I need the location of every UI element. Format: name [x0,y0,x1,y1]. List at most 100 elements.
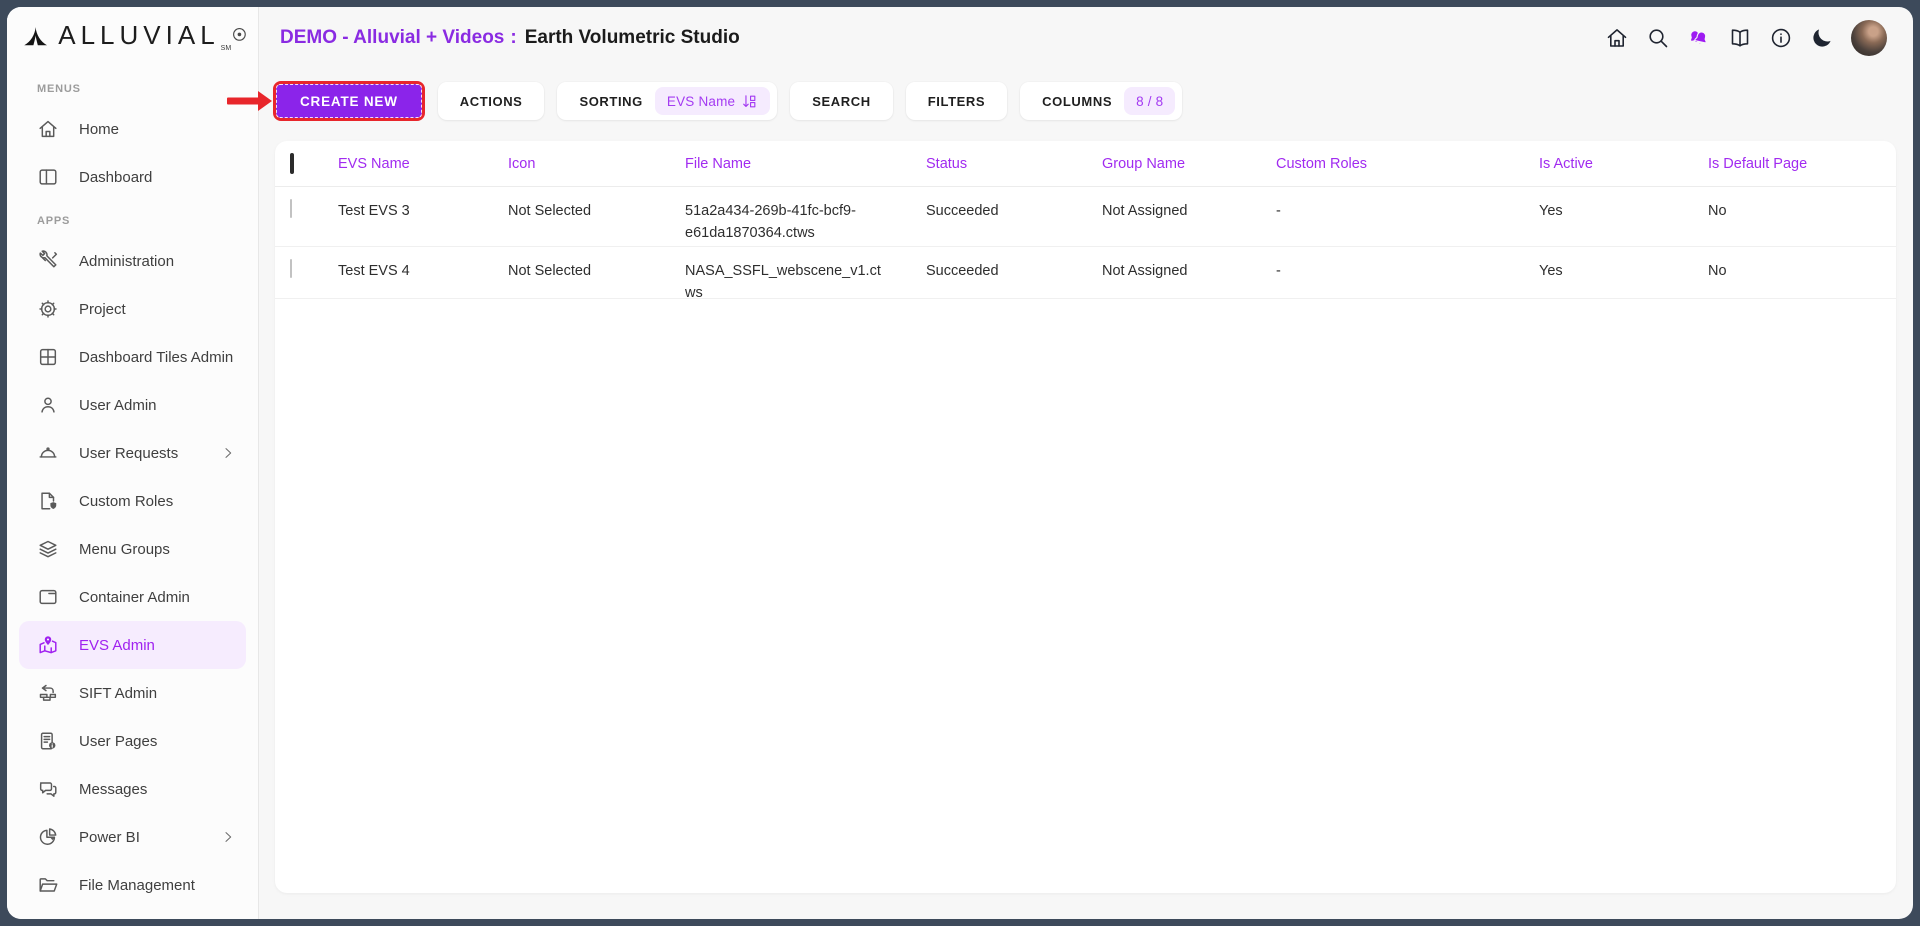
chevron-right-icon [220,829,236,845]
window-frame: ALLUVIALSM MENUS Home Dashboard APPS [0,0,1920,926]
breadcrumb: DEMO - Alluvial + Videos: Earth Volumetri… [280,27,740,49]
sort-order-icon [741,93,758,110]
sidebar-item-administration[interactable]: Administration [19,237,246,285]
actions-button[interactable]: ACTIONS [438,82,545,120]
gear-icon [37,298,59,320]
sidebar-item-container-admin[interactable]: Container Admin [19,573,246,621]
book-icon[interactable] [1728,26,1752,50]
cell-custom-roles: - [1276,187,1539,223]
sidebar-item-label: Menu Groups [79,541,170,558]
sidebar-item-evs-admin[interactable]: EVS Admin [19,621,246,669]
layers-icon [37,538,59,560]
create-new-button[interactable]: CREATE NEW [276,84,422,118]
nav-section-menus: MENUS [7,69,258,105]
map-pin-icon [37,634,59,656]
sidebar-item-label: User Pages [79,733,157,750]
table-row[interactable]: Test EVS 3 Not Selected 51a2a434-269b-41… [275,187,1896,247]
dark-mode-icon[interactable] [1810,26,1834,50]
sidebar-item-label: Power BI [79,829,140,846]
cell-group-name: Not Assigned [1102,187,1276,223]
home-icon[interactable] [1605,26,1629,50]
cell-is-active: Yes [1539,247,1708,283]
sidebar-item-project[interactable]: Project [19,285,246,333]
window-icon [37,586,59,608]
main-content: DEMO - Alluvial + Videos: Earth Volumetri… [259,7,1913,919]
nav-section-apps: APPS [7,201,258,237]
tools-icon [37,250,59,272]
breadcrumb-context[interactable]: DEMO - Alluvial + Videos [280,27,504,48]
sidebar-item-label: User Admin [79,397,157,414]
column-header-group-name[interactable]: Group Name [1102,156,1276,172]
sidebar-item-menu-groups[interactable]: Menu Groups [19,525,246,573]
sidebar-item-messages[interactable]: Messages [19,765,246,813]
column-header-custom-roles[interactable]: Custom Roles [1276,156,1539,172]
select-all-checkbox[interactable] [290,153,294,174]
cell-is-active: Yes [1539,187,1708,223]
table-row[interactable]: Test EVS 4 Not Selected NASA_SSFL_websce… [275,247,1896,299]
pie-chart-icon [37,826,59,848]
sidebar-item-file-management[interactable]: File Management [19,861,246,909]
sidebar-item-user-admin[interactable]: User Admin [19,381,246,429]
search-icon[interactable] [1646,26,1670,50]
sidebar-collapse-toggle-icon[interactable] [231,26,248,46]
sidebar-item-home[interactable]: Home [19,105,246,153]
cell-is-default-page: No [1708,187,1896,223]
column-header-icon[interactable]: Icon [508,156,685,172]
row-checkbox[interactable] [290,259,292,278]
user-icon [37,394,59,416]
page-info-icon [37,730,59,752]
filters-button[interactable]: FILTERS [906,82,1007,120]
columns-button[interactable]: COLUMNS 8 / 8 [1020,82,1182,120]
column-header-evs-name[interactable]: EVS Name [338,156,508,172]
cell-group-name: Not Assigned [1102,247,1276,283]
folder-icon [37,874,59,896]
evs-table-card: EVS Name Icon File Name Status Group Nam… [275,141,1896,893]
sidebar-item-power-bi[interactable]: Power BI [19,813,246,861]
sidebar-item-label: Container Admin [79,589,190,606]
toolbar: CREATE NEW ACTIONS SORTING EVS Name SEAR… [259,81,1913,121]
chat-bubbles-icon [37,778,59,800]
sidebar-item-user-pages[interactable]: User Pages [19,717,246,765]
sidebar-item-dashboard-tiles-admin[interactable]: Dashboard Tiles Admin [19,333,246,381]
breadcrumb-separator: : [510,27,516,48]
cell-evs-name: Test EVS 3 [338,187,508,223]
column-header-status[interactable]: Status [926,156,1102,172]
sidebar-item-label: EVS Admin [79,637,155,654]
annotation-highlight-box: CREATE NEW [273,81,425,121]
sidebar-item-dashboard[interactable]: Dashboard [19,153,246,201]
sidebar-item-label: Dashboard [79,169,152,186]
app-container: ALLUVIALSM MENUS Home Dashboard APPS [7,7,1913,919]
columns-button-label: COLUMNS [1042,94,1112,109]
table-header-row: EVS Name Icon File Name Status Group Nam… [275,141,1896,187]
cell-file-name: 51a2a434-269b-41fc-bcf9-e61da1870364.ctw… [685,187,926,245]
file-shield-icon [37,490,59,512]
sidebar-header: ALLUVIALSM [7,7,258,65]
alluvial-logo-icon [23,24,48,50]
column-header-is-default-page[interactable]: Is Default Page [1708,156,1896,172]
sidebar-item-sift-admin[interactable]: SIFT Admin [19,669,246,717]
cell-custom-roles: - [1276,247,1539,283]
column-header-is-active[interactable]: Is Active [1539,156,1708,172]
sift-icon [37,682,59,704]
sidebar-item-user-requests[interactable]: User Requests [19,429,246,477]
header-icons [1605,20,1887,56]
sidebar-item-translations[interactable]: Translations [19,909,246,919]
sorting-value: EVS Name [667,94,735,109]
column-header-file-name[interactable]: File Name [685,156,926,172]
row-checkbox[interactable] [290,199,292,218]
avatar[interactable] [1851,20,1887,56]
tiles-icon [37,346,59,368]
home-icon [37,118,59,140]
page-title: Earth Volumetric Studio [525,27,740,48]
cell-icon: Not Selected [508,187,685,223]
main-header: DEMO - Alluvial + Videos: Earth Volumetri… [259,7,1913,69]
cell-file-name: NASA_SSFL_webscene_v1.ctws [685,247,926,305]
sidebar-item-label: User Requests [79,445,178,462]
columns-count-chip: 8 / 8 [1124,87,1175,115]
sidebar-item-custom-roles[interactable]: Custom Roles [19,477,246,525]
notifications-icon[interactable] [1687,26,1711,50]
chevron-right-icon [220,445,236,461]
sorting-button[interactable]: SORTING EVS Name [557,82,777,120]
info-icon[interactable] [1769,26,1793,50]
search-button[interactable]: SEARCH [790,82,893,120]
